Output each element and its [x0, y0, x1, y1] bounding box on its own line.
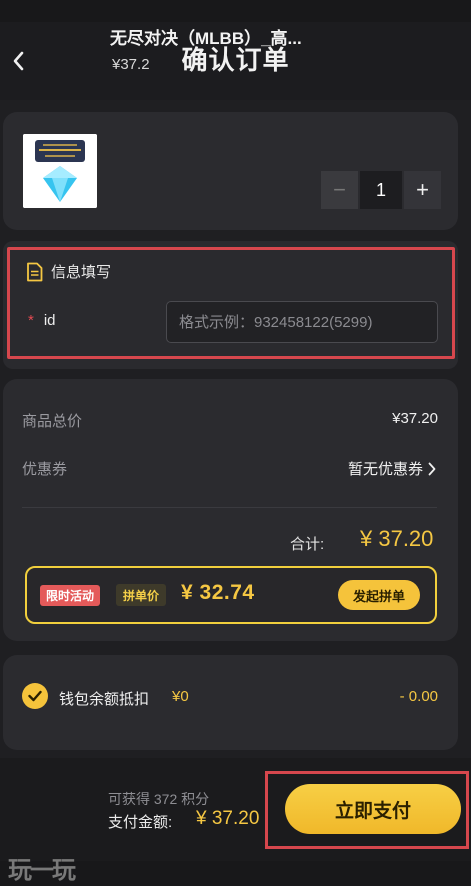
- wallet-balance: ¥0: [172, 688, 189, 705]
- info-section-title: 信息填写: [51, 264, 112, 281]
- id-input[interactable]: [166, 301, 438, 343]
- decrease-button[interactable]: −: [321, 171, 358, 209]
- id-label-text: id: [43, 312, 56, 329]
- total-label: 合计:: [290, 536, 325, 553]
- increase-button[interactable]: +: [404, 171, 441, 209]
- checkmark-icon: [28, 690, 42, 702]
- limited-activity-badge: 限时活动: [40, 585, 101, 606]
- document-icon: [27, 262, 43, 281]
- watermark: 玩一玩: [8, 855, 76, 884]
- goods-total-value: ¥37.20: [392, 410, 438, 427]
- mlbb-diamond-image: [23, 134, 97, 208]
- coupon-label: 优惠券: [22, 461, 68, 478]
- goods-total-label: 商品总价: [22, 413, 83, 430]
- quantity-stepper: − 1 +: [321, 171, 441, 209]
- required-mark: *: [28, 312, 34, 329]
- coupon-value: 暂无优惠券: [347, 461, 423, 478]
- divider: [22, 507, 437, 508]
- product-name: 无尽对决（MLBB）_高...: [110, 29, 302, 48]
- info-section-header: 信息填写: [26, 261, 111, 282]
- top-bar: 确认订单: [0, 0, 471, 100]
- pay-amount-value: ¥ 37.20: [196, 808, 260, 829]
- total-value: ¥ 37.20: [360, 526, 434, 551]
- coupon-selector[interactable]: 暂无优惠券: [348, 458, 436, 479]
- wallet-label: 钱包余额抵扣: [59, 691, 150, 708]
- group-price: ¥ 32.74: [181, 581, 255, 604]
- chevron-right-icon: [428, 462, 436, 475]
- id-label: * id: [28, 312, 56, 329]
- pay-now-button[interactable]: 立即支付: [285, 784, 461, 834]
- pay-amount-label: 支付金额:: [108, 814, 173, 831]
- group-price-badge: 拼单价: [116, 584, 167, 606]
- wallet-checkbox[interactable]: [22, 683, 48, 709]
- product-thumbnail: [23, 134, 97, 208]
- quantity-value[interactable]: 1: [360, 171, 402, 209]
- product-price: ¥37.2: [112, 56, 150, 73]
- status-bar: [0, 0, 471, 22]
- start-group-buy-button[interactable]: 发起拼单: [338, 580, 420, 610]
- wallet-deduction: - 0.00: [399, 688, 438, 705]
- points-earned: 可获得 372 积分: [108, 791, 210, 807]
